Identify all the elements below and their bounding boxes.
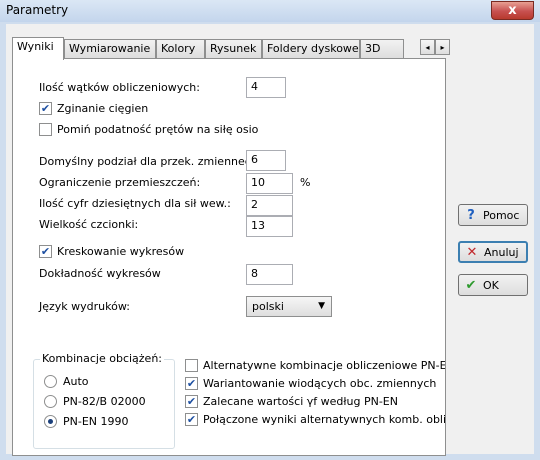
hatching-checkbox[interactable]: ✔ (39, 245, 52, 258)
question-icon: ? (467, 207, 475, 223)
language-label: Język wydruków: (39, 300, 130, 313)
displacement-label: Ograniczenie przemieszczeń: (39, 176, 201, 189)
radio-auto-label: Auto (63, 375, 89, 388)
option-label: Połączone wyniki alternatywnych komb. ob… (203, 413, 445, 426)
combinations-title: Kombinacje obciążeń: (40, 352, 165, 365)
close-button[interactable]: x (491, 1, 534, 20)
radio-pn-82-label: PN-82/B 02000 (63, 395, 146, 408)
division-input[interactable]: 6 (246, 150, 286, 171)
tab-wymiarowanie[interactable]: Wymiarowanie (64, 39, 156, 59)
ignore-axial-label: Pomiń podatność prętów na siłę osiową (57, 123, 259, 136)
window-title: Parametry (6, 3, 69, 17)
hatching-label: Kreskowanie wykresów (57, 245, 185, 258)
combinations-group: Kombinacje obciążeń: Auto PN-82/B 02000 … (33, 352, 175, 449)
ignore-axial-checkbox[interactable] (39, 123, 52, 136)
radio-auto[interactable] (44, 375, 57, 388)
help-button[interactable]: ? Pomoc (458, 204, 528, 226)
tab-foldery-dyskowe[interactable]: Foldery dyskowe (262, 39, 360, 59)
help-label: Pomoc (483, 208, 520, 222)
language-select[interactable]: polski ▼ (246, 296, 332, 317)
division-label: Domyślny podział dla przek. zmiennego: (39, 155, 263, 168)
option-label: Wariantowanie wiodących obc. zmiennych (203, 377, 437, 390)
cross-icon: ✕ (466, 244, 478, 260)
cancel-button[interactable]: ✕ Anuluj (458, 241, 528, 263)
tab-scroll-right-icon[interactable]: ▸ (435, 39, 450, 55)
radio-pn-82[interactable] (44, 395, 57, 408)
option-checkbox[interactable] (185, 359, 198, 372)
language-value: polski (252, 300, 284, 313)
bending-checkbox[interactable]: ✔ (39, 102, 52, 115)
option-checkbox[interactable]: ✔ (185, 377, 198, 390)
fontsize-input[interactable]: 13 (246, 216, 293, 237)
chevron-down-icon: ▼ (318, 301, 325, 311)
decimals-label: Ilość cyfr dziesiętnych dla sił wew.: (39, 197, 231, 210)
accuracy-label: Dokładność wykresów (39, 267, 161, 280)
option-checkbox[interactable]: ✔ (185, 395, 198, 408)
tab-kolory[interactable]: Kolory (156, 39, 205, 59)
fontsize-label: Wielkość czcionki: (39, 218, 139, 231)
radio-pn-en[interactable] (44, 415, 57, 428)
cancel-label: Anuluj (484, 245, 519, 259)
tab-rysunek[interactable]: Rysunek (205, 39, 262, 59)
title-bar: Parametry x (0, 0, 540, 22)
tab-panel-wyniki: Ilość wątków obliczeniowych: 4 ✔ Zginani… (12, 58, 446, 456)
ok-label: OK (483, 278, 499, 292)
option-label: Alternatywne kombinacje obliczeniowe PN-… (203, 359, 445, 372)
tab-strip: Wyniki Wymiarowanie Kolory Rysunek Folde… (12, 37, 452, 60)
tab-wyniki[interactable]: Wyniki (12, 37, 64, 60)
tab-3d[interactable]: 3D (360, 39, 404, 59)
checkmark-icon: ✔ (465, 277, 477, 293)
displacement-unit: % (300, 176, 311, 189)
threads-label: Ilość wątków obliczeniowych: (39, 81, 200, 94)
radio-pn-en-label: PN-EN 1990 (63, 415, 129, 428)
accuracy-input[interactable]: 8 (246, 264, 293, 285)
bending-label: Zginanie cięgien (57, 102, 149, 115)
window: Parametry x Wyniki Wymiarowanie Kolory R… (0, 0, 540, 460)
option-checkbox[interactable]: ✔ (185, 413, 198, 426)
dialog-body: Wyniki Wymiarowanie Kolory Rysunek Folde… (6, 24, 534, 456)
close-icon: x (508, 3, 517, 18)
tab-scroll-left-icon[interactable]: ◂ (420, 39, 435, 55)
decimals-input[interactable]: 2 (246, 195, 293, 216)
displacement-input[interactable]: 10 (246, 173, 293, 194)
ok-button[interactable]: ✔ OK (458, 274, 528, 296)
threads-input[interactable]: 4 (246, 77, 286, 98)
option-label: Zalecane wartości γf według PN-EN (203, 395, 398, 408)
